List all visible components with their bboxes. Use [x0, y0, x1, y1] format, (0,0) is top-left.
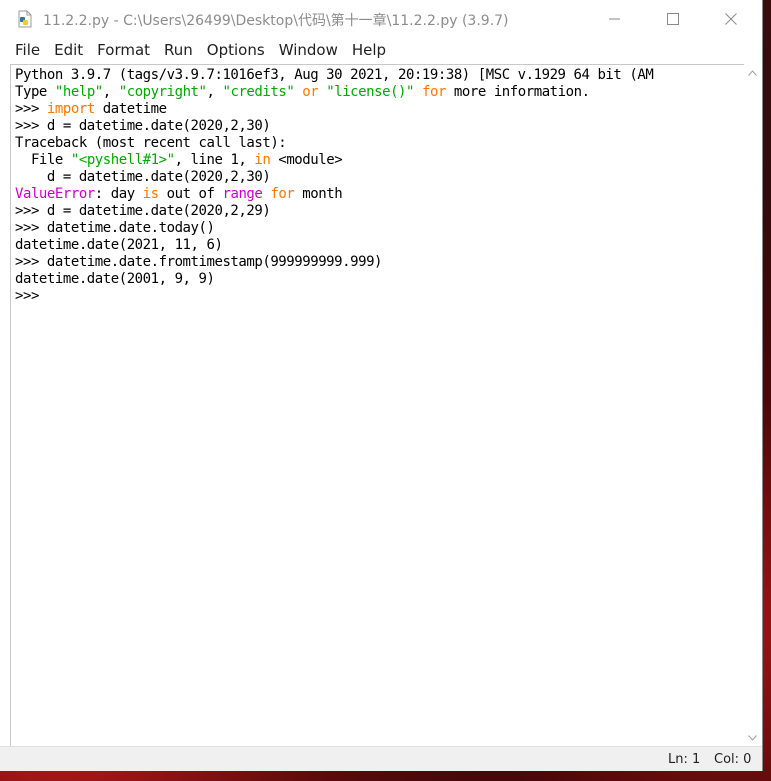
shell-line: Type "help", "copyright", "credits" or "… — [15, 84, 653, 101]
shell-line: d = datetime.date(2020,2,30) — [15, 169, 653, 186]
menu-help[interactable]: Help — [346, 38, 392, 62]
menu-edit[interactable]: Edit — [48, 38, 89, 62]
idle-shell-window: 11.2.2.py - C:\Users\26499\Desktop\代码\第十… — [0, 0, 762, 771]
shell-token: "credits" — [222, 84, 295, 100]
shell-line: ValueError: day is out of range for mont… — [15, 186, 653, 203]
minimize-button[interactable] — [586, 0, 644, 38]
shell-token: File — [15, 152, 71, 168]
shell-token: or — [302, 84, 319, 100]
shell-token: : day — [94, 186, 143, 202]
shell-line: datetime.date(2021, 11, 6) — [15, 237, 653, 254]
shell-token: >>> d = datetime.date(2020,2,30) — [15, 118, 271, 134]
shell-line: Python 3.9.7 (tags/v3.9.7:1016ef3, Aug 3… — [15, 67, 654, 84]
shell-line: File "<pyshell#1>", line 1, in <module> — [15, 152, 653, 169]
shell-token: is — [142, 186, 159, 202]
close-button[interactable] — [702, 0, 760, 38]
shell-token: datetime — [94, 101, 167, 117]
shell-token: >>> — [15, 101, 47, 117]
chevron-up-icon — [748, 69, 757, 76]
shell-text-area[interactable]: Python 3.9.7 (tags/v3.9.7:1016ef3, Aug 3… — [10, 64, 744, 748]
shell-token: "help" — [54, 84, 103, 100]
shell-token: Python 3.9.7 (tags/v3.9.7:1016ef3, Aug 3… — [15, 67, 654, 83]
shell-token: in — [254, 152, 271, 168]
shell-token: out of — [158, 186, 223, 202]
shell-token: datetime.date(2021, 11, 6) — [15, 237, 223, 253]
vertical-scrollbar[interactable] — [744, 64, 761, 746]
menu-bar: File Edit Format Run Options Window Help — [0, 38, 762, 62]
shell-token: , — [206, 84, 223, 100]
python-file-icon — [18, 10, 32, 28]
shell-token: "<pyshell#1>" — [70, 152, 175, 168]
shell-line: >>> d = datetime.date(2020,2,29) — [15, 203, 653, 220]
shell-token: import — [46, 101, 95, 117]
scroll-up-button[interactable] — [744, 64, 761, 81]
shell-output: Python 3.9.7 (tags/v3.9.7:1016ef3, Aug 3… — [15, 67, 654, 305]
shell-token: ValueError — [15, 186, 95, 202]
shell-token: <module> — [270, 152, 343, 168]
shell-line: datetime.date(2001, 9, 9) — [15, 271, 653, 288]
menu-file[interactable]: File — [9, 38, 46, 62]
shell-line: >>> datetime.date.today() — [15, 220, 653, 237]
shell-token: d = datetime.date(2020,2,30) — [15, 169, 271, 185]
scroll-down-button[interactable] — [744, 729, 761, 746]
shell-token: >>> d = datetime.date(2020,2,29) — [15, 203, 271, 219]
maximize-icon — [667, 13, 679, 25]
shell-token: more information. — [445, 84, 590, 100]
shell-token: month — [294, 186, 343, 202]
shell-token: for — [422, 84, 446, 100]
status-bar: Ln: 1 Col: 0 — [0, 746, 762, 771]
status-column-number: Col: 0 — [714, 752, 752, 767]
shell-line: >>> — [15, 288, 653, 305]
shell-token: range — [222, 186, 263, 202]
shell-line: Traceback (most recent call last): — [15, 135, 653, 152]
maximize-button[interactable] — [644, 0, 702, 38]
shell-token: datetime.date(2001, 9, 9) — [15, 271, 215, 287]
shell-token: >>> datetime.date.fromtimestamp(99999999… — [15, 254, 383, 270]
shell-token: for — [270, 186, 295, 202]
shell-token: "copyright" — [118, 84, 207, 100]
shell-token: Traceback (most recent call last): — [15, 135, 287, 151]
menu-format[interactable]: Format — [91, 38, 156, 62]
shell-token — [414, 84, 422, 100]
shell-line: >>> import datetime — [15, 101, 653, 118]
shell-token: >>> — [15, 288, 47, 304]
close-icon — [725, 13, 737, 25]
shell-token: >>> datetime.date.today() — [15, 220, 215, 236]
shell-token: "license()" — [326, 84, 415, 100]
menu-options[interactable]: Options — [201, 38, 271, 62]
shell-token: , line 1, — [174, 152, 255, 168]
status-line-number: Ln: 1 — [668, 752, 701, 767]
chevron-down-icon — [748, 734, 757, 741]
minimize-icon — [609, 18, 620, 20]
shell-line: >>> datetime.date.fromtimestamp(99999999… — [15, 254, 653, 271]
shell-token: Type — [15, 84, 55, 100]
shell-line: >>> d = datetime.date(2020,2,30) — [15, 118, 653, 135]
menu-window[interactable]: Window — [273, 38, 344, 62]
window-title: 11.2.2.py - C:\Users\26499\Desktop\代码\第十… — [43, 13, 509, 29]
title-bar[interactable]: 11.2.2.py - C:\Users\26499\Desktop\代码\第十… — [0, 0, 762, 38]
shell-token: , — [102, 84, 119, 100]
menu-run[interactable]: Run — [158, 38, 199, 62]
